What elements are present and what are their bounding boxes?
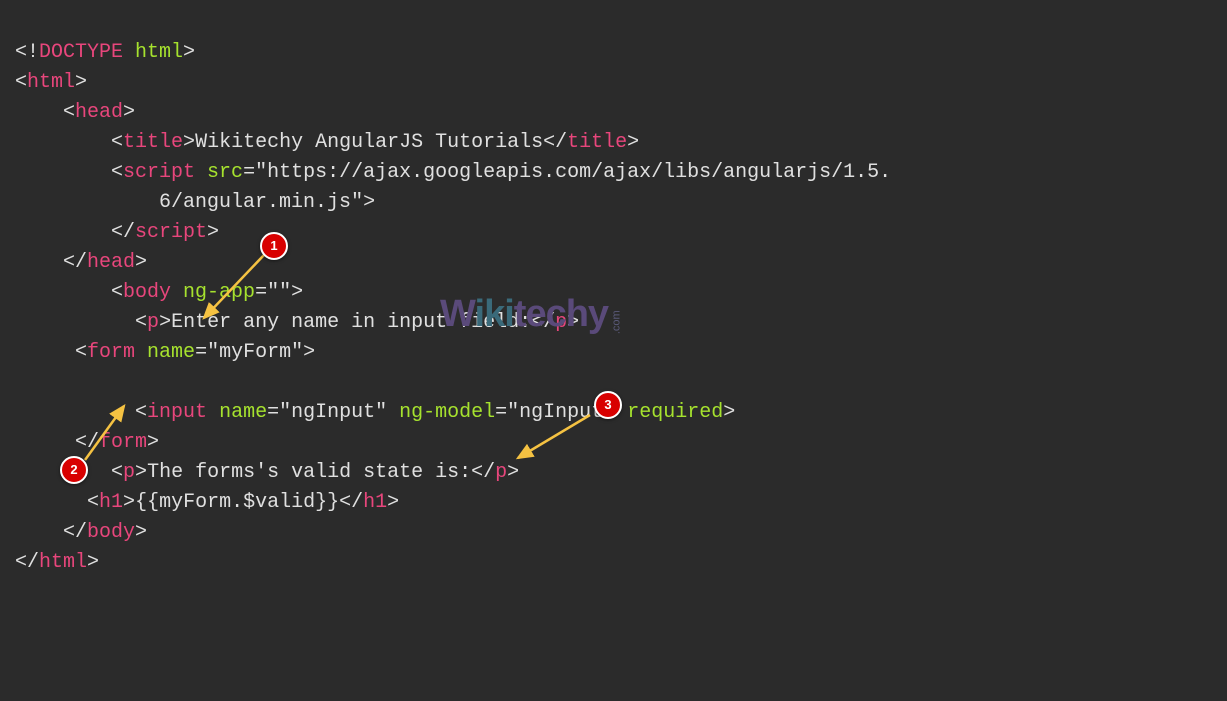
code-token: > xyxy=(387,491,399,514)
code-token: = xyxy=(195,341,207,364)
code-token: p xyxy=(495,461,507,484)
annotation-arrow-3 xyxy=(510,410,600,465)
code-token: > xyxy=(567,311,579,334)
code-token: > xyxy=(291,281,303,304)
code-token: < xyxy=(75,341,87,364)
code-token: src xyxy=(195,161,243,184)
code-token: html xyxy=(123,41,183,64)
code-token: name xyxy=(207,401,267,424)
code-token: </ xyxy=(543,131,567,154)
code-token: "myForm" xyxy=(207,341,303,364)
code-token: </ xyxy=(15,551,39,574)
code-token: = xyxy=(495,401,507,424)
code-token: </ xyxy=(63,521,87,544)
annotation-badge-3: 3 xyxy=(594,391,622,419)
code-token: > xyxy=(75,71,87,94)
code-token: < xyxy=(111,281,123,304)
code-token: DOCTYPE xyxy=(39,41,123,64)
code-token: > xyxy=(207,221,219,244)
code-token: </ xyxy=(111,221,135,244)
code-token: > xyxy=(363,191,375,214)
code-token: 6/angular.min.js" xyxy=(159,191,363,214)
code-token: < xyxy=(111,131,123,154)
code-token: p xyxy=(555,311,567,334)
code-token: < xyxy=(63,101,75,124)
code-token: = xyxy=(267,401,279,424)
annotation-badge-1: 1 xyxy=(260,232,288,260)
code-block: <!DOCTYPE html> <html> <head> <title>Wik… xyxy=(0,0,1227,586)
code-token: form xyxy=(87,341,135,364)
code-token: title xyxy=(123,131,183,154)
code-token: body xyxy=(87,521,135,544)
code-token: required xyxy=(615,401,723,424)
code-token: script xyxy=(123,161,195,184)
code-token: = xyxy=(243,161,255,184)
code-token: < xyxy=(15,71,27,94)
code-token: > xyxy=(627,131,639,154)
code-token: head xyxy=(87,251,135,274)
code-token: </ xyxy=(63,251,87,274)
code-token: > xyxy=(723,401,735,424)
code-token: < xyxy=(135,311,147,334)
code-token: <! xyxy=(15,41,39,64)
annotation-badge-2: 2 xyxy=(60,456,88,484)
code-token: > xyxy=(135,521,147,544)
code-token: input xyxy=(147,401,207,424)
code-token: The forms's valid state is: xyxy=(147,461,471,484)
annotation-arrow-1 xyxy=(196,250,276,325)
code-token: "ngInput" xyxy=(279,401,387,424)
code-token: < xyxy=(111,161,123,184)
code-token: > xyxy=(183,41,195,64)
code-token: </ xyxy=(339,491,363,514)
code-token: </ xyxy=(531,311,555,334)
code-token: title xyxy=(567,131,627,154)
code-token: > xyxy=(123,101,135,124)
code-token: body xyxy=(123,281,171,304)
code-token: {{myForm.$valid}} xyxy=(135,491,339,514)
code-token: Wikitechy AngularJS Tutorials xyxy=(195,131,543,154)
code-token: > xyxy=(87,551,99,574)
code-token: h1 xyxy=(99,491,123,514)
code-token: head xyxy=(75,101,123,124)
code-token: p xyxy=(147,311,159,334)
code-token: > xyxy=(147,431,159,454)
code-token: > xyxy=(135,251,147,274)
code-token: </ xyxy=(471,461,495,484)
code-token: < xyxy=(87,491,99,514)
code-token: > xyxy=(303,341,315,364)
code-token: script xyxy=(135,221,207,244)
code-token: > xyxy=(159,311,171,334)
annotation-arrow-2 xyxy=(82,400,137,465)
code-token: "https://ajax.googleapis.com/ajax/libs/a… xyxy=(255,161,891,184)
code-token: > xyxy=(183,131,195,154)
code-token: > xyxy=(123,491,135,514)
code-token: ng-model xyxy=(387,401,495,424)
code-token: h1 xyxy=(363,491,387,514)
code-token: html xyxy=(39,551,87,574)
code-token: html xyxy=(27,71,75,94)
code-token: name xyxy=(135,341,195,364)
